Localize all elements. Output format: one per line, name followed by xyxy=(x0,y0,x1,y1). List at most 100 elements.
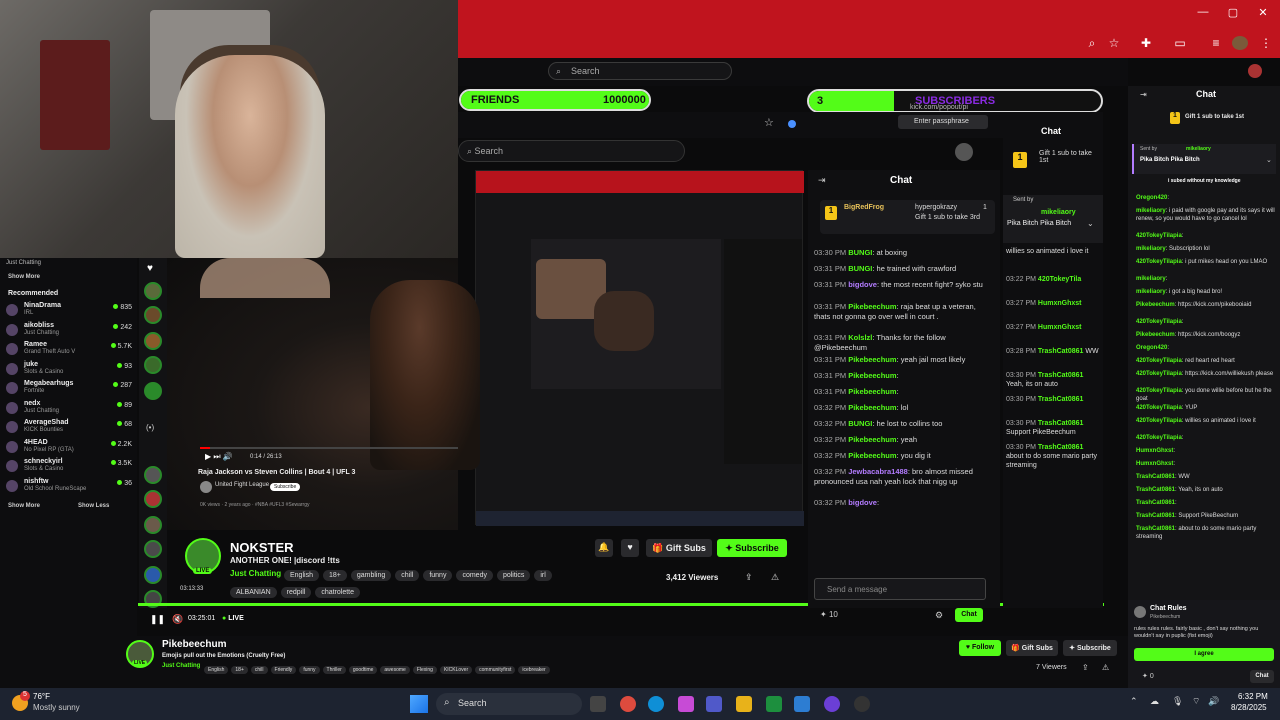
chat-username[interactable]: 420TokeyTilapia xyxy=(1136,233,1182,239)
chat-username[interactable]: mikeliaory xyxy=(1136,289,1166,295)
minimize-button[interactable]: — xyxy=(1192,6,1214,18)
nokster-subscribe-button[interactable]: ✦ Subscribe xyxy=(717,539,787,557)
passphrase-field[interactable]: Enter passphrase xyxy=(898,115,988,129)
main-subscribe-button[interactable]: ✦ Subscribe xyxy=(1063,640,1117,656)
chat-username[interactable]: TrashCat0861 xyxy=(1136,513,1175,519)
tray-chevron-icon[interactable]: ⌃ xyxy=(1130,696,1138,707)
followed-avatar[interactable] xyxy=(144,356,162,374)
chat-username[interactable]: Kolslzl xyxy=(848,333,872,342)
chat-username[interactable]: Pikebeechum xyxy=(848,387,896,396)
tag-pill[interactable]: goodtime xyxy=(348,666,378,674)
chat-username[interactable]: HumxnGhxst xyxy=(1038,300,1082,307)
chat-username[interactable]: BUNGI xyxy=(848,248,872,257)
chat-username[interactable]: bigdove xyxy=(848,280,877,289)
chevron-down-icon[interactable]: ⌄ xyxy=(1087,219,1094,228)
profile-avatar[interactable] xyxy=(1232,36,1248,50)
chat-username[interactable]: TrashCat0861 xyxy=(1038,372,1084,379)
tag-pill[interactable]: irl xyxy=(534,570,552,581)
chat-username[interactable]: TrashCat0861 xyxy=(1038,420,1084,427)
mid-chat-send-button[interactable]: Chat xyxy=(955,608,983,622)
zoom-icon[interactable]: ⌕ xyxy=(1084,36,1100,50)
obs-icon[interactable] xyxy=(854,696,870,712)
chat-username[interactable]: Pikebeechum xyxy=(848,435,896,444)
recommended-item[interactable]: schneckyirl Slots & Casino 3.5K xyxy=(6,458,134,476)
media-icon[interactable]: ≡ xyxy=(1208,36,1224,50)
cast-icon[interactable]: ▭ xyxy=(1172,36,1188,50)
inner-user-avatar[interactable] xyxy=(955,143,973,161)
inner-ext-icon[interactable] xyxy=(788,120,796,128)
chat-username[interactable]: Pikebeechum xyxy=(1136,332,1175,338)
followed-avatar[interactable] xyxy=(144,566,162,584)
main-category[interactable]: Just Chatting xyxy=(162,663,200,669)
windows-start-icon[interactable] xyxy=(410,695,428,713)
recommended-item[interactable]: 4HEAD No Pixel RP (GTA) 2.2K xyxy=(6,439,134,457)
chat-username[interactable]: 420TokeyTilapia xyxy=(1136,371,1182,377)
nokster-gift-subs-button[interactable]: 🎁 Gift Subs xyxy=(646,539,712,557)
chat-username[interactable]: bigdove xyxy=(848,498,877,507)
followed-avatar[interactable] xyxy=(144,282,162,300)
followed-avatar[interactable] xyxy=(144,540,162,558)
chat-username[interactable]: TrashCat0861 xyxy=(1136,474,1175,480)
chat-username[interactable]: mikeliaory xyxy=(1136,246,1166,252)
report-icon[interactable]: ⚠ xyxy=(771,572,779,583)
chat-username[interactable]: TrashCat0861 xyxy=(1136,487,1175,493)
yt-channel-avatar[interactable] xyxy=(200,481,212,493)
recommended-item[interactable]: AverageShad KICK Bounties 68 xyxy=(6,419,134,437)
cloud-icon[interactable]: ☁ xyxy=(1150,696,1159,707)
followed-avatar[interactable] xyxy=(144,332,162,350)
followed-avatar[interactable] xyxy=(144,382,162,400)
wifi-icon[interactable]: ⌔ xyxy=(1192,696,1200,707)
tag-pill[interactable]: funny xyxy=(299,666,320,674)
show-more-link-2[interactable]: Show More xyxy=(8,503,40,509)
chat-username[interactable]: 420TokeyTilapia xyxy=(1136,319,1182,325)
agree-button[interactable]: I agree xyxy=(1134,648,1274,661)
clock-time[interactable]: 6:32 PM xyxy=(1238,692,1268,701)
tag-pill[interactable]: chatrolette xyxy=(315,587,360,598)
right-chat-send-button[interactable]: Chat xyxy=(1250,670,1274,683)
chat-username[interactable]: TrashCat0861 xyxy=(1038,348,1084,355)
nokster-name[interactable]: NOKSTER xyxy=(230,540,294,555)
recommended-item[interactable]: aikobliss Just Chatting 242 xyxy=(6,322,134,340)
chat-username[interactable]: Pikebeechum xyxy=(848,302,896,311)
tag-pill[interactable]: gambling xyxy=(350,570,392,581)
heart-icon[interactable]: ♥ xyxy=(147,263,153,274)
recommended-item[interactable]: NinaDrama IRL 835 xyxy=(6,302,134,320)
share-icon[interactable]: ⇪ xyxy=(1082,663,1089,672)
tag-pill[interactable]: chill xyxy=(250,666,268,674)
inner-search-input[interactable]: ⌕ Search xyxy=(458,140,685,162)
show-less-link[interactable]: Show Less xyxy=(78,503,109,509)
tag-pill[interactable]: Flexing xyxy=(412,666,437,674)
chat-username[interactable]: TrashCat0861 xyxy=(1038,396,1084,403)
chat-username[interactable]: BUNGI xyxy=(848,264,872,273)
close-button[interactable]: ✕ xyxy=(1252,6,1274,19)
user-avatar[interactable] xyxy=(1248,64,1262,78)
file-explorer-icon[interactable] xyxy=(736,696,752,712)
chevron-down-icon[interactable]: ⌄ xyxy=(1266,156,1272,164)
tag-pill[interactable]: communityfirst xyxy=(475,666,516,674)
followed-avatar[interactable] xyxy=(144,306,162,324)
chrome-icon[interactable] xyxy=(620,696,636,712)
chat-username[interactable]: Oregon420 xyxy=(1136,345,1167,351)
collapse-chat-icon[interactable]: ⇥ xyxy=(818,175,826,186)
bell-icon[interactable]: 🔔 xyxy=(595,539,613,557)
recommended-item[interactable]: juke Slots & Casino 93 xyxy=(6,361,134,379)
show-more-link[interactable]: Show More xyxy=(8,274,40,280)
recommended-item[interactable]: Megabearhugs Fortnite 287 xyxy=(6,380,134,398)
recommended-item[interactable]: Ramee Grand Theft Auto V 5.7K xyxy=(6,341,134,359)
menu-icon[interactable]: ⋮ xyxy=(1258,36,1274,50)
chat-username[interactable]: mikeliaory xyxy=(1136,276,1166,282)
follow-heart-icon[interactable]: ♥ xyxy=(621,539,639,557)
tag-pill[interactable]: 18+ xyxy=(231,666,248,674)
chat-username[interactable]: HumxnGhxst xyxy=(1136,448,1173,454)
followed-avatar[interactable] xyxy=(144,466,162,484)
tag-pill[interactable]: 18+ xyxy=(322,570,347,581)
search-input[interactable]: ⌕ Search xyxy=(548,62,732,80)
task-view-icon[interactable] xyxy=(590,696,606,712)
teams-icon[interactable] xyxy=(706,696,722,712)
main-gift-subs-button[interactable]: 🎁 Gift Subs xyxy=(1006,640,1058,656)
tag-pill[interactable]: Friendly xyxy=(270,666,297,674)
excel-icon[interactable] xyxy=(766,696,782,712)
chat-username[interactable]: BUNGI xyxy=(848,419,872,428)
store-icon[interactable] xyxy=(794,696,810,712)
volume-icon[interactable]: 🔊 xyxy=(1208,696,1219,707)
